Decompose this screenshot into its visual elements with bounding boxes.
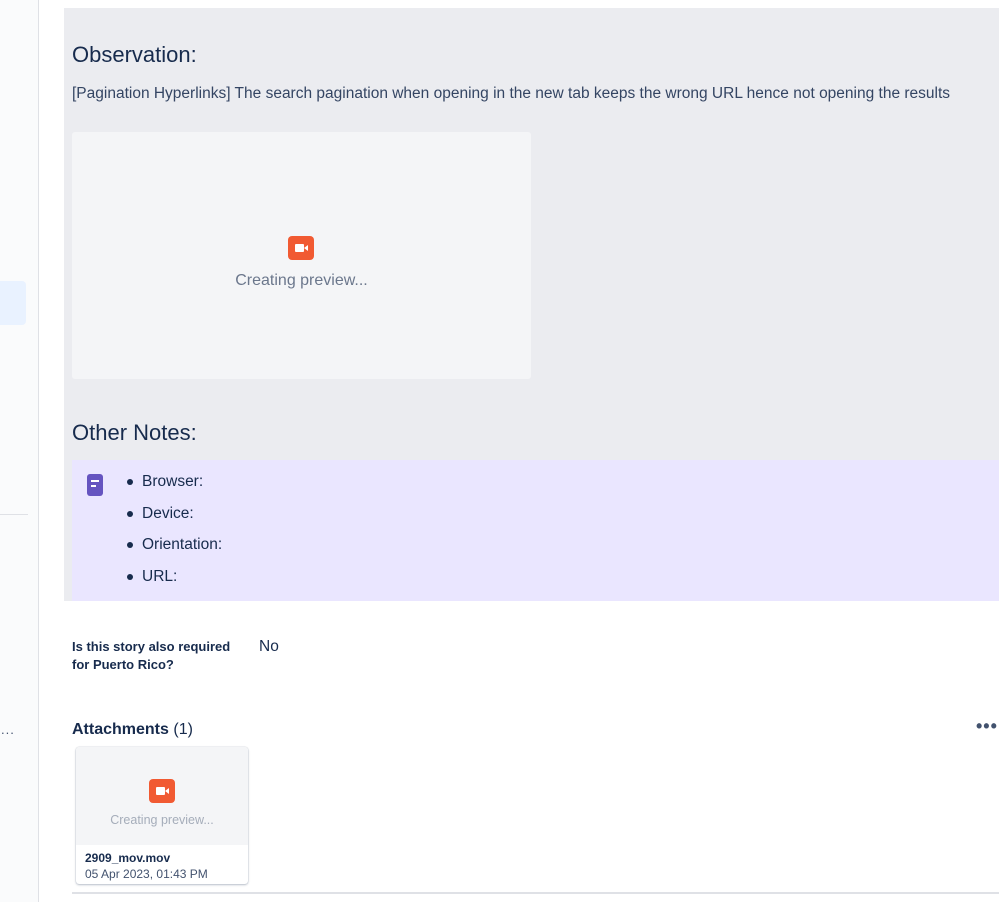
video-icon	[288, 236, 314, 260]
sidebar-more-button[interactable]: ...	[1, 722, 15, 737]
left-sidebar: ...	[0, 0, 39, 902]
list-item: Orientation:	[124, 533, 222, 565]
section-divider	[72, 892, 999, 894]
list-item: URL:	[124, 565, 222, 597]
video-preview[interactable]: Creating preview...	[72, 132, 531, 379]
attachment-preview-text: Creating preview...	[110, 813, 214, 827]
attachment-date: 05 Apr 2023, 01:43 PM	[85, 867, 208, 881]
puerto-rico-field-value[interactable]: No	[259, 638, 279, 656]
list-item: Browser:	[124, 470, 222, 502]
sidebar-divider	[0, 514, 28, 515]
attachments-heading: Attachments (1)	[72, 721, 193, 739]
notes-list: Browser: Device: Orientation: URL:	[124, 470, 222, 596]
note-panel: Browser: Device: Orientation: URL:	[72, 460, 999, 601]
note-icon	[87, 474, 103, 496]
preview-status-text: Creating preview...	[235, 272, 368, 289]
attachment-filename: 2909_mov.mov	[85, 851, 171, 865]
attachments-more-icon[interactable]: •••	[976, 716, 998, 737]
other-notes-heading: Other Notes:	[72, 420, 197, 445]
list-item: Device:	[124, 502, 222, 534]
attachments-count: (1)	[173, 721, 193, 738]
attachment-card[interactable]: Creating preview... 2909_mov.mov 05 Apr …	[76, 747, 248, 884]
observation-text: [Pagination Hyperlinks] The search pagin…	[72, 85, 951, 102]
video-icon	[149, 779, 175, 803]
attachment-thumbnail[interactable]: Creating preview...	[76, 747, 248, 845]
sidebar-active-item[interactable]	[0, 281, 26, 325]
puerto-rico-field-label: Is this story also required for Puerto R…	[72, 639, 231, 672]
observation-heading: Observation:	[72, 42, 197, 67]
attachments-title: Attachments	[72, 721, 169, 738]
